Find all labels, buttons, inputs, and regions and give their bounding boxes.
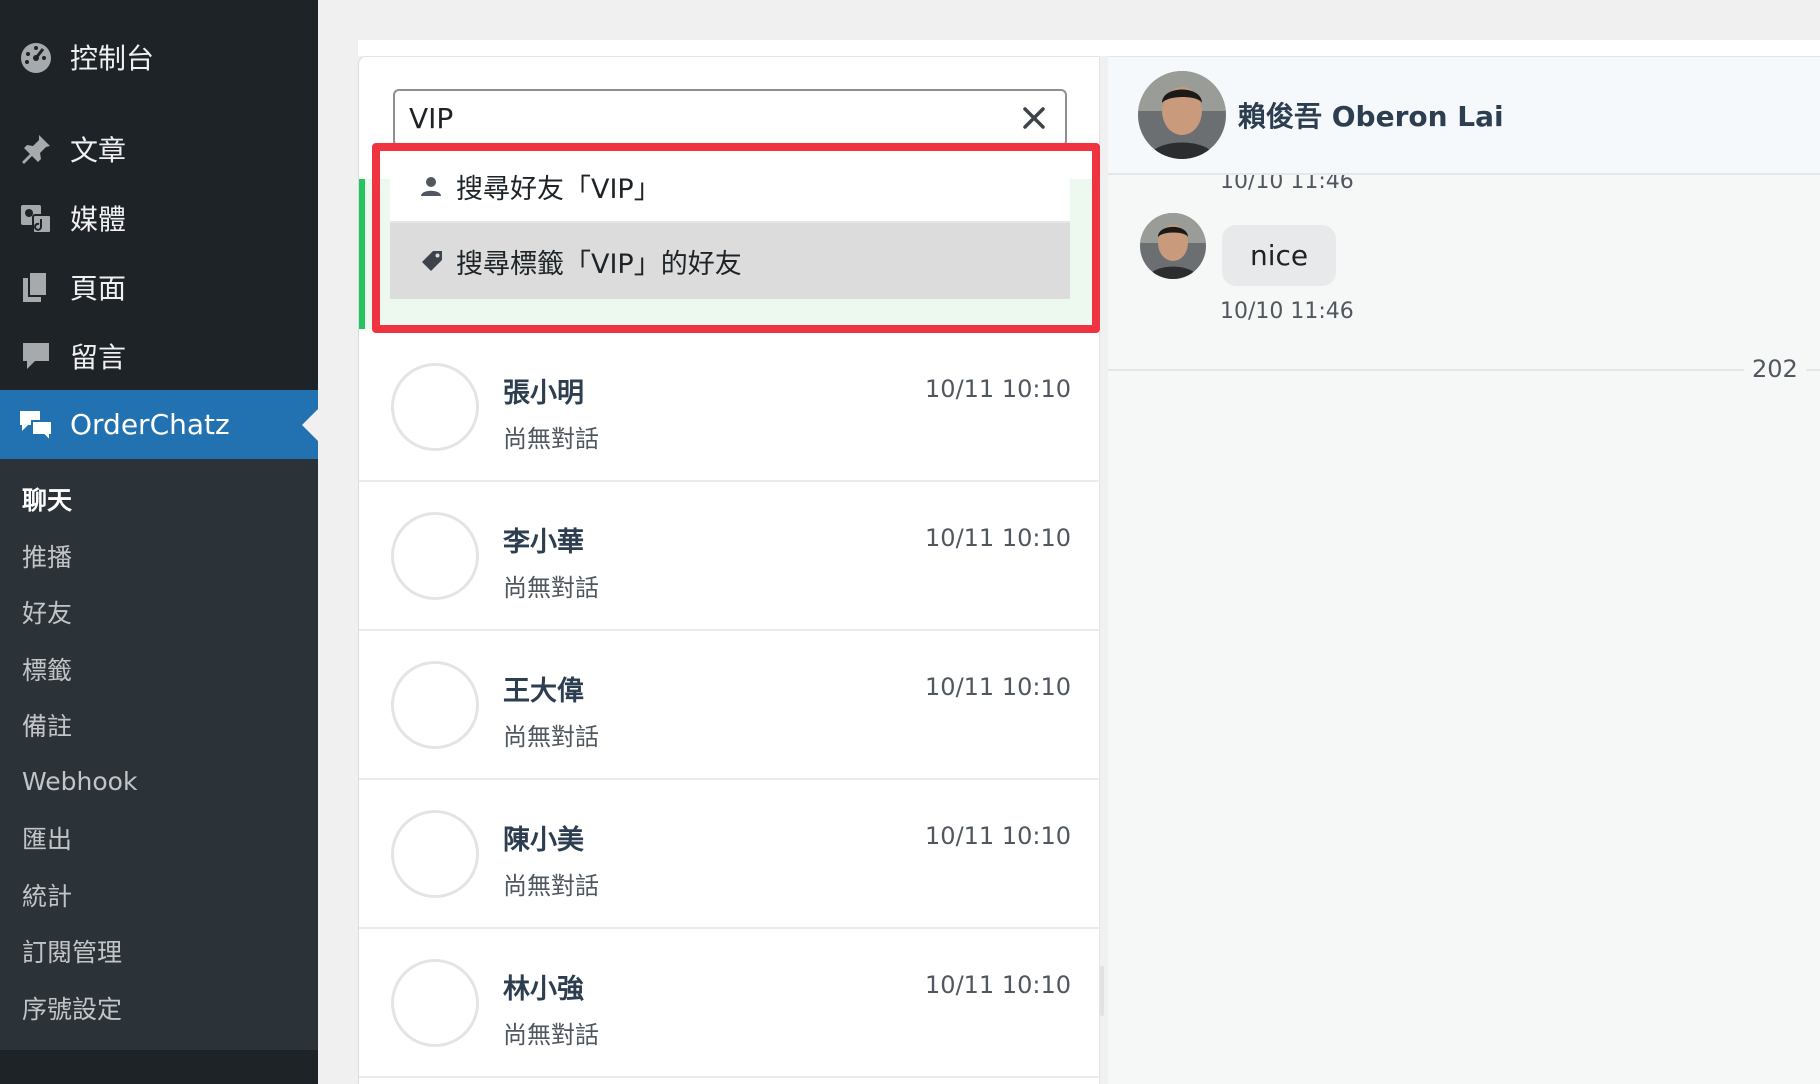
list-scrollbar[interactable] bbox=[1100, 966, 1104, 1016]
suggestion-search-tags[interactable]: 搜尋標籤「VIP」的好友 bbox=[390, 223, 1070, 299]
dashboard-gauge-icon bbox=[18, 39, 54, 75]
menu-item-dashboard[interactable]: 控制台 bbox=[0, 0, 318, 114]
friend-list: 張小明 10/11 10:10 尚無對話 李小華 10/11 10:10 尚無對… bbox=[359, 333, 1101, 1078]
menu-item-comments[interactable]: 留言 bbox=[0, 321, 318, 390]
friend-avatar-placeholder bbox=[391, 363, 479, 451]
admin-sidebar: 控制台 文章 媒體 頁面 留言 OrderChatz 聊天 推播 好友 標籤 備… bbox=[0, 0, 318, 1084]
pages-icon bbox=[18, 269, 54, 305]
submenu-item-statistics[interactable]: 統計 bbox=[0, 867, 318, 924]
friend-avatar-placeholder bbox=[391, 512, 479, 600]
submenu-item-friends[interactable]: 好友 bbox=[0, 584, 318, 641]
friend-row[interactable]: 張小明 10/11 10:10 尚無對話 bbox=[359, 333, 1101, 482]
menu-label-comments: 留言 bbox=[70, 340, 127, 374]
media-icon bbox=[18, 200, 54, 236]
sender-avatar[interactable] bbox=[1140, 213, 1206, 279]
submenu-item-export[interactable]: 匯出 bbox=[0, 810, 318, 867]
date-divider-label: 202 bbox=[1744, 355, 1806, 383]
friend-last-message: 尚無對話 bbox=[503, 872, 599, 900]
comment-bubble-icon bbox=[18, 338, 54, 374]
contact-name: 賴俊吾 Oberon Lai bbox=[1238, 100, 1504, 133]
suggestion-search-tags-label: 搜尋標籤「VIP」的好友 bbox=[456, 248, 742, 280]
friend-last-message: 尚無對話 bbox=[503, 425, 599, 453]
submenu-item-notes[interactable]: 備註 bbox=[0, 697, 318, 754]
friend-last-message: 尚無對話 bbox=[503, 1021, 599, 1049]
menu-item-posts[interactable]: 文章 bbox=[0, 114, 318, 183]
friend-avatar-placeholder bbox=[391, 810, 479, 898]
admin-menu: 控制台 文章 媒體 頁面 留言 OrderChatz bbox=[0, 0, 318, 459]
contact-avatar[interactable] bbox=[1138, 71, 1226, 159]
message-time: 10/10 11:46 bbox=[1220, 299, 1354, 324]
menu-label-pages: 頁面 bbox=[70, 271, 127, 305]
menu-label-posts: 文章 bbox=[70, 133, 127, 167]
submenu-item-webhook[interactable]: Webhook bbox=[0, 754, 318, 811]
friend-name: 王大偉 bbox=[503, 676, 584, 707]
submenu-item-broadcast[interactable]: 推播 bbox=[0, 528, 318, 585]
suggestion-search-friends[interactable]: 搜尋好友「VIP」 bbox=[390, 151, 1070, 223]
menu-label-media: 媒體 bbox=[70, 202, 127, 236]
user-icon bbox=[420, 173, 446, 199]
friend-avatar-placeholder bbox=[391, 661, 479, 749]
date-divider-line bbox=[1108, 369, 1820, 371]
submenu-item-serial-settings[interactable]: 序號設定 bbox=[0, 980, 318, 1037]
friend-name: 李小華 bbox=[503, 527, 584, 558]
friend-last-message: 尚無對話 bbox=[503, 723, 599, 751]
friend-row[interactable]: 陳小美 10/11 10:10 尚無對話 bbox=[359, 780, 1101, 929]
friend-name: 林小強 bbox=[503, 974, 584, 1005]
friend-avatar-placeholder bbox=[391, 959, 479, 1047]
friend-last-time: 10/11 10:10 bbox=[925, 524, 1071, 552]
clear-search-icon[interactable] bbox=[1017, 101, 1051, 135]
search-input[interactable] bbox=[409, 101, 1017, 135]
chat-panel: 賴俊吾 Oberon Lai 10/10 11:46 nice 10/10 11… bbox=[1108, 56, 1820, 1084]
friend-last-message: 尚無對話 bbox=[503, 574, 599, 602]
menu-label-orderchatz: OrderChatz bbox=[70, 408, 230, 441]
friend-row[interactable]: 林小強 10/11 10:10 尚無對話 bbox=[359, 929, 1101, 1078]
suggestion-search-friends-label: 搜尋好友「VIP」 bbox=[456, 173, 661, 205]
search-suggestions-dropdown: 搜尋好友「VIP」 搜尋標籤「VIP」的好友 bbox=[390, 151, 1070, 299]
submenu-item-tags[interactable]: 標籤 bbox=[0, 641, 318, 698]
menu-item-pages[interactable]: 頁面 bbox=[0, 252, 318, 321]
pin-icon bbox=[18, 131, 54, 167]
app-top-strip bbox=[358, 40, 1820, 56]
orderchatz-submenu: 聊天 推播 好友 標籤 備註 Webhook 匯出 統計 訂閱管理 序號設定 bbox=[0, 459, 318, 1050]
menu-label-dashboard: 控制台 bbox=[70, 42, 155, 75]
submenu-item-chat[interactable]: 聊天 bbox=[0, 471, 318, 528]
friend-row[interactable]: 李小華 10/11 10:10 尚無對話 bbox=[359, 482, 1101, 631]
friend-last-time: 10/11 10:10 bbox=[925, 673, 1071, 701]
incoming-message: nice bbox=[1140, 213, 1337, 286]
friend-name: 張小明 bbox=[503, 378, 584, 409]
chat-bubbles-icon bbox=[18, 407, 54, 443]
menu-item-orderchatz[interactable]: OrderChatz bbox=[0, 390, 318, 459]
menu-item-media[interactable]: 媒體 bbox=[0, 183, 318, 252]
chat-header: 賴俊吾 Oberon Lai bbox=[1108, 57, 1820, 175]
friend-last-time: 10/11 10:10 bbox=[925, 822, 1071, 850]
friend-last-time: 10/11 10:10 bbox=[925, 375, 1071, 403]
friend-last-time: 10/11 10:10 bbox=[925, 971, 1071, 999]
message-bubble[interactable]: nice bbox=[1222, 225, 1337, 286]
tag-icon bbox=[420, 248, 446, 274]
friend-name: 陳小美 bbox=[503, 825, 584, 856]
submenu-item-subscriptions[interactable]: 訂閱管理 bbox=[0, 923, 318, 980]
friend-row[interactable]: 王大偉 10/11 10:10 尚無對話 bbox=[359, 631, 1101, 780]
search-box bbox=[393, 89, 1067, 147]
